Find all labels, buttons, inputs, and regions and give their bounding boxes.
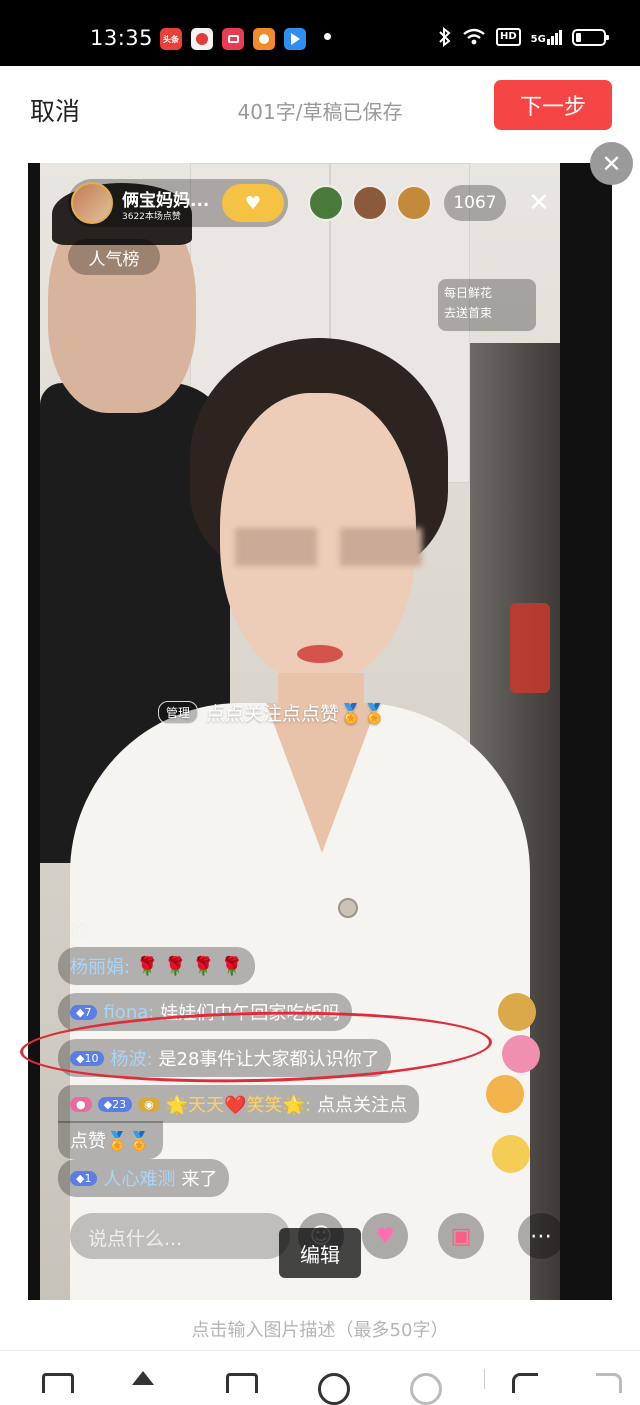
more-icon: ⋯	[518, 1213, 560, 1259]
heart-gift-icon: ♥	[362, 1213, 408, 1259]
comment-user: 杨丽娟:	[70, 957, 131, 978]
flower-line-2: 去送首束	[444, 306, 493, 320]
comment-text: 点点关注点	[317, 1095, 407, 1116]
status-app-icons: 头条	[160, 28, 306, 50]
level-value: 23	[112, 1097, 127, 1111]
bluetooth-icon	[439, 27, 451, 47]
comment-input: 说点什么...	[70, 1213, 290, 1259]
comment-row: 杨丽娟: 🌹 🌹 🌹 🌹	[58, 947, 255, 985]
weibo-icon	[253, 28, 275, 50]
medal-badge: ◉	[138, 1096, 160, 1112]
editor-header: 取消 401字/草稿已保存 下一步	[0, 66, 640, 150]
image-frame[interactable]: 俩宝妈妈... 3622本场点赞 ♥ 人气榜 1067 ✕ 每日鲜花 去送首束 …	[28, 163, 612, 1300]
undo-icon[interactable]	[512, 1373, 538, 1393]
signal-icon: 5G	[530, 29, 562, 45]
truncated-text: 的	[70, 921, 88, 942]
level-value: 1	[84, 1171, 92, 1185]
video-app-icon	[191, 28, 213, 50]
toolbar-divider	[484, 1369, 485, 1389]
host-avatar	[71, 182, 113, 224]
host-likes: 3622本场点赞	[122, 212, 181, 222]
wall-decoration	[510, 603, 550, 693]
viewer-avatar	[352, 185, 388, 221]
image-caption-input[interactable]: 点击输入图片描述（最多50字）	[0, 1316, 640, 1342]
status-bar: 13:35 头条 HD 5G	[0, 0, 640, 66]
gift-icon	[498, 993, 536, 1031]
toolbar-image-icon[interactable]	[42, 1373, 74, 1393]
camera-app-icon	[222, 28, 244, 50]
livestream-screenshot: 俩宝妈妈... 3622本场点赞 ♥ 人气榜 1067 ✕ 每日鲜花 去送首束 …	[40, 163, 560, 1300]
follow-heart-icon: ♥	[222, 184, 284, 222]
admin-tag: 管理	[158, 700, 199, 724]
comment-row: ● ◆23 ◉ 🌟天天❤️笑笑🌟: 点点关注点	[58, 1085, 419, 1123]
gift-box-icon: ▣	[438, 1213, 484, 1259]
wifi-icon	[463, 28, 485, 45]
blurred-eye	[235, 528, 317, 566]
level-badge: ◆1	[70, 1170, 98, 1186]
gift-icon	[486, 1075, 524, 1113]
toolbar-emoji-icon[interactable]	[318, 1373, 350, 1405]
viewer-avatar	[396, 185, 432, 221]
comment-text: 🌹 🌹 🌹 🌹	[136, 955, 243, 977]
blurred-eye	[340, 528, 422, 566]
host-info: 俩宝妈妈... 3622本场点赞 ♥	[68, 179, 288, 227]
toolbar-at-icon[interactable]	[410, 1373, 442, 1405]
toutiao-icon: 头条	[160, 28, 182, 50]
edit-image-button[interactable]: 编辑	[279, 1228, 361, 1278]
battery-icon	[571, 28, 609, 46]
viewer-avatar	[308, 185, 344, 221]
lips	[297, 645, 343, 663]
signal-label: 5G	[530, 33, 546, 45]
heart-icon	[502, 1035, 540, 1073]
hd-badge: HD	[496, 28, 521, 46]
admin-message: 管理 点点关注点点赞🏅🏅	[158, 697, 386, 727]
emoji-icon	[492, 1135, 530, 1173]
bottom-toolbar	[0, 1350, 640, 1405]
comment-user: 🌟天天❤️笑笑🌟:	[165, 1095, 311, 1116]
level-badge: ◆7	[70, 1004, 98, 1020]
comment-text: 来了	[181, 1169, 218, 1190]
next-step-button[interactable]: 下一步	[494, 80, 612, 130]
level-badge: ◆23	[97, 1096, 133, 1112]
comment-row: ◆1 人心难测 来了	[58, 1159, 230, 1197]
comment-row-continued: 点赞🏅🏅	[58, 1121, 163, 1159]
comment-user: 人心难测	[103, 1169, 176, 1190]
level-value: 7	[84, 1005, 92, 1019]
status-right: HD 5G	[438, 27, 609, 47]
toolbar-text-icon[interactable]	[132, 1371, 154, 1385]
toolbar-list-icon[interactable]	[226, 1373, 258, 1393]
redo-icon[interactable]	[596, 1373, 622, 1393]
comment-text: 点赞🏅🏅	[70, 1131, 151, 1152]
player-app-icon	[284, 28, 306, 50]
popular-ranking: 人气榜	[68, 239, 160, 275]
status-time: 13:35	[90, 26, 154, 50]
blouse-button	[338, 898, 358, 918]
flower-line-1: 每日鲜花	[444, 286, 493, 300]
remove-image-icon[interactable]: ✕	[590, 142, 633, 185]
live-close-icon: ✕	[528, 188, 550, 218]
fan-badge: ●	[70, 1096, 92, 1112]
host-name: 俩宝妈妈...	[122, 191, 210, 211]
notification-dot-icon	[324, 33, 331, 40]
comment-truncated: 的	[58, 911, 100, 949]
admin-text: 点点关注点点赞🏅🏅	[206, 702, 387, 725]
daily-flower-banner: 每日鲜花 去送首束	[438, 279, 536, 331]
viewer-count: 1067	[444, 185, 506, 221]
